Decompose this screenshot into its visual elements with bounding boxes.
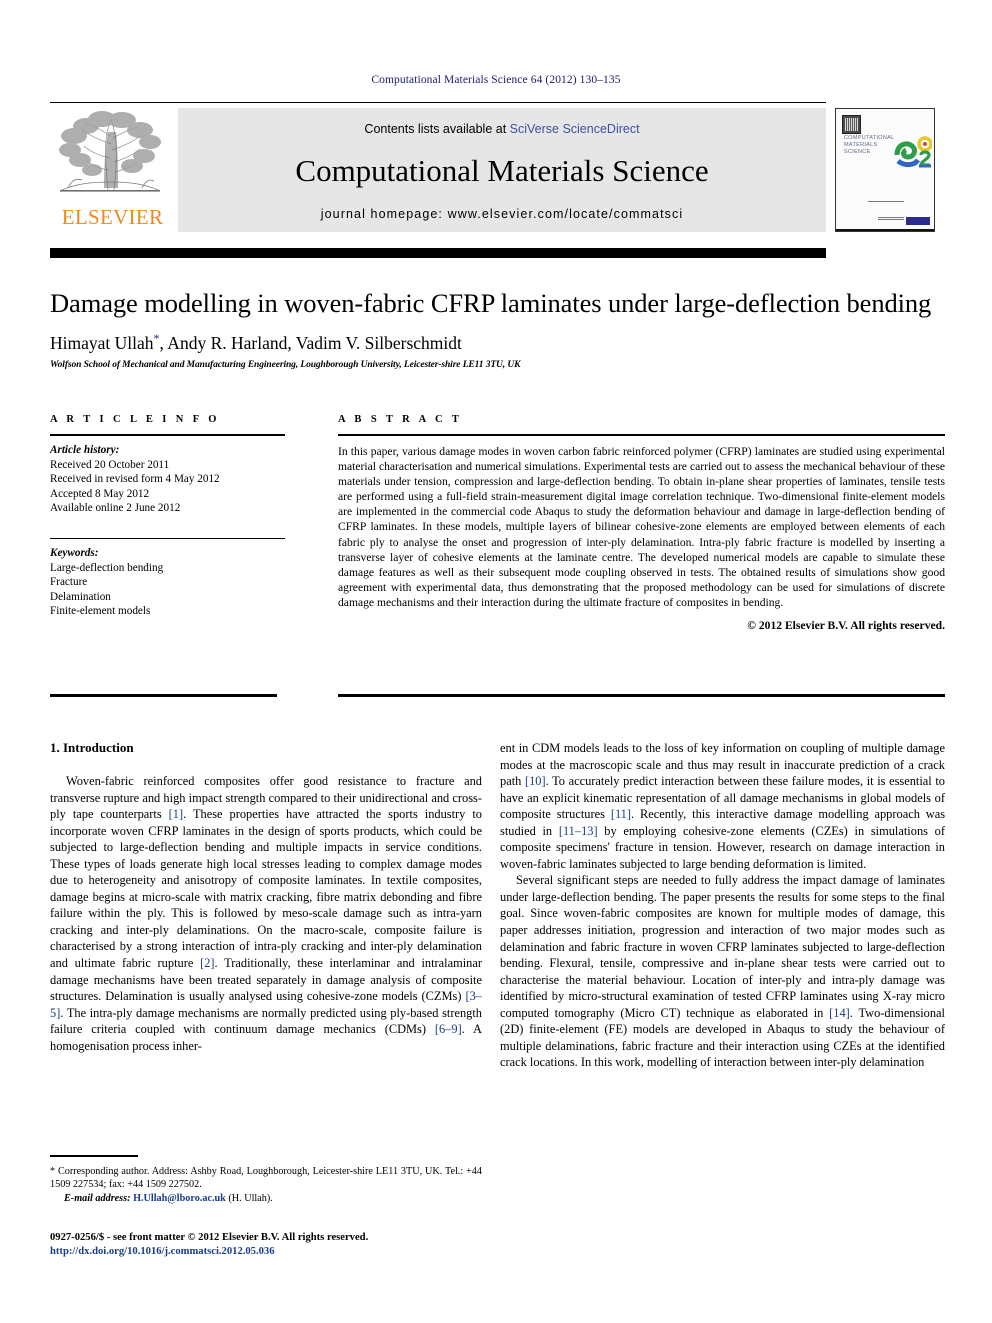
text-run: Several significant steps are needed to …: [500, 873, 945, 1020]
paragraph-intro-2: ent in CDM models leads to the loss of k…: [500, 740, 945, 872]
article-info-heading: A R T I C L E I N F O: [50, 414, 220, 425]
reference-link[interactable]: [6–9]: [435, 1022, 462, 1036]
article-info-column: A R T I C L E I N F O Article history: R…: [50, 414, 285, 619]
cover-title-line-1: COMPUTATIONAL: [844, 135, 895, 141]
cover-badge-icon: [842, 115, 861, 134]
reference-link[interactable]: [1]: [169, 807, 183, 821]
author-primary: Himayat Ullah: [50, 332, 154, 353]
footnote-rule: [50, 1155, 138, 1157]
history-item: Received in revised form 4 May 2012: [50, 473, 220, 486]
author-list: Himayat Ullah*, Andy R. Harland, Vadim V…: [50, 331, 945, 354]
page-title: Damage modelling in woven-fabric CFRP la…: [50, 288, 932, 318]
contents-available-line: Contents lists available at SciVerse Sci…: [178, 122, 826, 136]
text-run: . These properties have attracted the sp…: [50, 807, 482, 971]
issn-line: 0927-0256/$ - see front matter © 2012 El…: [50, 1232, 369, 1243]
masthead-thick-rule: [50, 248, 826, 258]
article-info-rule: [50, 434, 285, 436]
abstract-heading: A B S T R A C T: [338, 414, 463, 425]
reference-link[interactable]: [11]: [611, 807, 631, 821]
reference-link[interactable]: [2]: [200, 956, 214, 970]
abstract-rule: [338, 434, 945, 436]
reference-link[interactable]: [14]: [829, 1006, 850, 1020]
author-others: , Andy R. Harland, Vadim V. Silberschmid…: [159, 332, 462, 353]
paper-page: Computational Materials Science 64 (2012…: [0, 0, 992, 1323]
cover-publisher-mark: [906, 217, 930, 225]
history-item: Available online 2 June 2012: [50, 502, 181, 515]
cover-footer: [878, 217, 930, 226]
cover-journal-title: COMPUTATIONAL MATERIALS SCIENCE: [844, 135, 896, 156]
masthead-top-rule: [50, 102, 826, 103]
journal-band: Contents lists available at SciVerse Sci…: [178, 108, 826, 232]
abstract-copyright: © 2012 Elsevier B.V. All rights reserved…: [747, 619, 945, 633]
reference-link[interactable]: [10]: [525, 774, 546, 788]
section-heading-introduction: 1. Introduction: [50, 740, 134, 755]
email-owner: (H. Ullah).: [225, 1192, 273, 1204]
elsevier-logo: ELSEVIER: [50, 108, 175, 232]
keywords-label: Keywords:: [50, 546, 99, 559]
history-item: Received 20 October 2011: [50, 458, 170, 471]
keyword-item: Finite-element models: [50, 605, 151, 618]
right-column-top-rule: [338, 694, 945, 697]
cover-footer-text-block: [878, 217, 904, 220]
footnote-email-line: E-mail address: H.Ullah@lboro.ac.uk (H. …: [50, 1192, 482, 1205]
cover-title-line-2: MATERIALS: [844, 142, 878, 148]
corresponding-author-footnote: * Corresponding author. Address: Ashby R…: [50, 1165, 482, 1205]
email-link[interactable]: H.Ullah@lboro.ac.uk: [133, 1193, 226, 1204]
email-label: E-mail address:: [64, 1192, 131, 1204]
journal-homepage-link[interactable]: journal homepage: www.elsevier.com/locat…: [178, 207, 826, 221]
elsevier-tree-icon: [59, 111, 161, 192]
contents-prefix: Contents lists available at: [364, 122, 510, 136]
elsevier-wordmark: ELSEVIER: [61, 205, 164, 229]
keyword-item: Large-deflection bending: [50, 561, 164, 574]
page-footer: 0927-0256/$ - see front matter © 2012 El…: [50, 1231, 550, 1259]
abstract-column: A B S T R A C T In this paper, various d…: [338, 414, 945, 632]
journal-title: Computational Materials Science: [295, 153, 709, 188]
reference-link[interactable]: [11–13]: [559, 824, 598, 838]
keywords-rule: [50, 537, 285, 539]
affiliation: Wolfson School of Mechanical and Manufac…: [50, 360, 521, 370]
article-history-block: Article history: Received 20 October 201…: [50, 443, 285, 516]
running-head: Computational Materials Science 64 (2012…: [371, 74, 621, 86]
abstract-text: In this paper, various damage modes in w…: [338, 445, 945, 609]
cover-artwork-icon: [894, 136, 932, 168]
keyword-item: Delamination: [50, 590, 111, 603]
keyword-item: Fracture: [50, 576, 88, 589]
doi-link[interactable]: http://dx.doi.org/10.1016/j.commatsci.20…: [50, 1245, 550, 1259]
body-column-right: ent in CDM models leads to the loss of k…: [500, 740, 945, 1071]
cover-title-line-3: SCIENCE: [844, 149, 871, 155]
cover-bottom-rule: [836, 229, 934, 231]
journal-masthead: ELSEVIER Contents lists available at Sci…: [50, 102, 942, 232]
footnote-address: * Corresponding author. Address: Ashby R…: [50, 1166, 482, 1191]
cover-divider: [868, 201, 904, 202]
text-run: . The intra-ply damage mechanisms are no…: [50, 1005, 482, 1037]
left-column-top-rule: [50, 694, 277, 697]
history-item: Accepted 8 May 2012: [50, 487, 150, 500]
journal-cover-thumbnail: COMPUTATIONAL MATERIALS SCIENCE: [835, 108, 935, 232]
paragraph-intro-1: Woven-fabric reinforced composites offer…: [50, 773, 482, 1054]
sciencedirect-link[interactable]: SciVerse ScienceDirect: [510, 122, 640, 136]
paragraph-intro-3: Several significant steps are needed to …: [500, 872, 945, 1071]
keywords-block: Keywords: Large-deflection bending Fract…: [50, 546, 285, 619]
body-column-left: 1. Introduction Woven-fabric reinforced …: [50, 740, 482, 1054]
article-history-label: Article history:: [50, 444, 120, 456]
